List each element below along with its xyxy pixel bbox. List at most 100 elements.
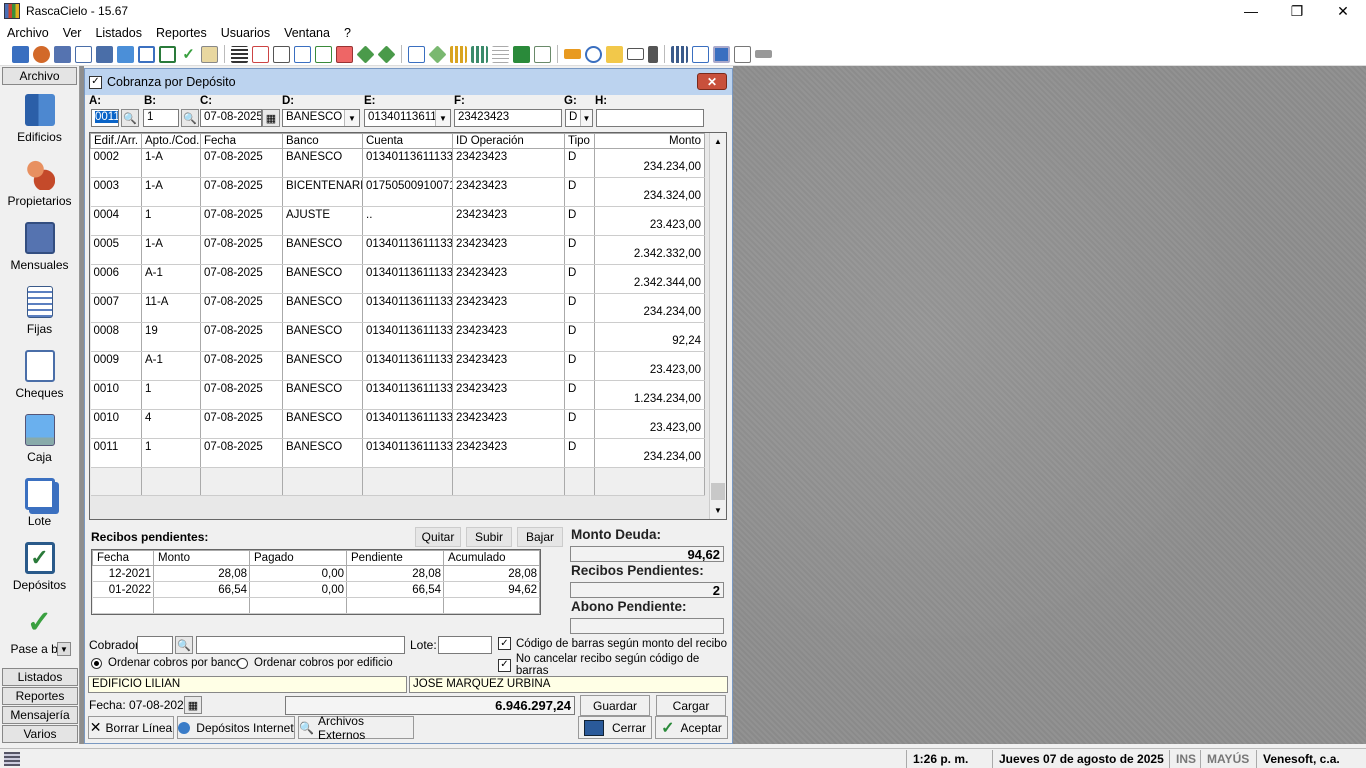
menu-ver[interactable]: Ver	[56, 26, 89, 40]
tag-tool-icon[interactable]	[428, 44, 447, 64]
quitar-button[interactable]: Quitar	[415, 527, 461, 547]
table-cell[interactable]: D	[564, 177, 595, 207]
table-row[interactable]: 00031-A07-08-2025BICENTENARIO01750500910…	[90, 177, 705, 207]
maximize-button[interactable]: ❐	[1274, 0, 1320, 22]
table-cell[interactable]: 07-08-2025	[200, 148, 283, 178]
sidebar-scroll-down-icon[interactable]: ▼	[57, 642, 71, 656]
check-tool-icon[interactable]	[96, 45, 113, 63]
sidebar-header-archivo[interactable]: Archivo	[2, 67, 77, 85]
table-row[interactable]: 0007 11-A 07-08-2025 BANESCO 01340113611133 2…	[90, 293, 705, 323]
table-cell[interactable]: 23423423	[452, 409, 565, 439]
document-tool-icon[interactable]	[75, 45, 92, 63]
sheet-tool-icon[interactable]	[492, 45, 509, 63]
borrar-linea-button[interactable]: ✕ Borrar Línea	[88, 716, 174, 739]
sidebar-item-depositos[interactable]: ✓ Depósitos	[0, 534, 79, 598]
table-cell[interactable]: 1	[141, 206, 201, 236]
lote-input[interactable]	[438, 636, 492, 654]
col-header-apto[interactable]: Apto./Cod.	[141, 133, 201, 149]
diamond-alt-tool-icon[interactable]	[377, 44, 396, 64]
subir-button[interactable]: Subir	[466, 527, 512, 547]
col-header-id-operacion[interactable]: ID Operación	[452, 133, 565, 149]
window-title-bar[interactable]: ✓ Cobranza por Depósito ✕	[85, 69, 732, 95]
table-cell[interactable]: 23423423	[452, 438, 565, 468]
pending-empty-row[interactable]	[92, 597, 540, 614]
table-cell[interactable]: AJUSTE	[282, 206, 363, 236]
no-cancel-option[interactable]: ✓ No cancelar recibo según código de bar…	[498, 653, 732, 677]
table-cell[interactable]: BANESCO	[282, 380, 363, 410]
col-header-fecha[interactable]: Fecha	[200, 133, 283, 149]
table-cell[interactable]: 11-A	[141, 293, 201, 323]
table-cell[interactable]: BANESCO	[282, 351, 363, 381]
table-cell[interactable]: D	[564, 148, 595, 178]
table-cell[interactable]: 2.342.344,00	[594, 264, 705, 294]
calculator-tool-icon[interactable]	[648, 45, 658, 63]
table-cell[interactable]: 0010	[90, 380, 142, 410]
table-cell[interactable]: D	[564, 409, 595, 439]
form-tool-icon[interactable]	[408, 45, 425, 63]
drive-tool-icon[interactable]	[755, 50, 772, 58]
table-cell[interactable]: A-1	[141, 351, 201, 381]
close-button[interactable]: ✕	[1320, 0, 1366, 22]
table-cell[interactable]: BANESCO	[282, 148, 363, 178]
amount-input[interactable]	[596, 109, 704, 127]
col-header-monto[interactable]: Monto	[594, 133, 705, 149]
table-row[interactable]: 0009 A-1 07-08-2025 BANESCO 01340113611133 23…	[90, 351, 705, 381]
depositos-internet-button[interactable]: Depósitos Internet	[177, 716, 295, 739]
table-cell[interactable]: 01340113611133	[362, 148, 453, 178]
table-row[interactable]: 0002 1-A 07-08-2025 BANESCO 01340113611133 23…	[90, 148, 705, 178]
table-cell[interactable]: 01340113611133	[362, 264, 453, 294]
table-cell[interactable]: 01340113611133	[362, 351, 453, 381]
table-cell[interactable]: 1.234.234,00	[594, 380, 705, 410]
cobrador-code-input[interactable]	[137, 636, 173, 654]
aceptar-button[interactable]: ✓ Aceptar	[655, 716, 728, 739]
sidebar-section-listados[interactable]: Listados	[2, 668, 78, 686]
blank-page-tool-icon[interactable]	[734, 45, 751, 63]
table-cell[interactable]: 4	[141, 409, 201, 439]
scroll-down-icon[interactable]: ▼	[710, 502, 726, 519]
sidebar-item-fijas[interactable]: Fijas	[0, 278, 79, 342]
dialog-close-button[interactable]: ✕	[697, 73, 727, 90]
edificio-input[interactable]: 0011	[91, 109, 119, 127]
table-cell[interactable]: D	[564, 351, 595, 381]
table-row[interactable]: 0010 4 07-08-2025 BANESCO 01340113611133 2342…	[90, 409, 705, 439]
table-cell[interactable]: 92,24	[594, 322, 705, 352]
table-cell[interactable]: 0009	[90, 351, 142, 381]
folder-tool-icon[interactable]	[606, 45, 623, 63]
pending-receipts-table[interactable]: Fecha Monto Pagado Pendiente Acumulado 1…	[91, 549, 541, 615]
table-cell[interactable]: D	[564, 235, 595, 265]
checkmark-tool-icon[interactable]: ✓	[180, 46, 197, 63]
table-cell[interactable]: 0010	[90, 409, 142, 439]
edificio-search-icon[interactable]: 🔍	[121, 109, 139, 127]
table-row[interactable]: 0006 A-1 07-08-2025 BANESCO 01340113611133 23…	[90, 264, 705, 294]
mail-tool-icon[interactable]	[627, 48, 644, 60]
pending-row[interactable]: 12-2021 28,08 0,00 28,08 28,08	[92, 565, 540, 582]
table-cell[interactable]: D	[564, 438, 595, 468]
table-cell[interactable]: 234.234,00	[594, 148, 705, 178]
table-cell[interactable]: BANESCO	[282, 409, 363, 439]
list-tool-icon[interactable]	[231, 45, 248, 63]
table-cell[interactable]: 23423423	[452, 264, 565, 294]
report-tool-icon[interactable]	[252, 45, 269, 63]
table-cell[interactable]: BANESCO	[282, 293, 363, 323]
guardar-button[interactable]: Guardar	[580, 695, 650, 716]
bajar-button[interactable]: Bajar	[517, 527, 563, 547]
table-cell[interactable]: 0005	[90, 235, 142, 265]
table-cell[interactable]	[452, 467, 565, 496]
table-cell[interactable]: 19	[141, 322, 201, 352]
table-cell[interactable]: 23423423	[452, 293, 565, 323]
apto-search-icon[interactable]: 🔍	[181, 109, 199, 127]
table-row[interactable]: 0011 1 07-08-2025 BANESCO 01340113611133 2342…	[90, 438, 705, 468]
table-cell[interactable]	[141, 467, 201, 496]
table-cell[interactable]: BANESCO	[282, 235, 363, 265]
table-cell[interactable]: 23423423	[452, 322, 565, 352]
table-cell[interactable]: 01750500910071	[362, 177, 453, 207]
table-cell[interactable]: 234.234,00	[594, 293, 705, 323]
table-cell[interactable]: 1	[141, 438, 201, 468]
scroll-thumb[interactable]	[711, 483, 725, 500]
pending-row[interactable]: 01-2022 66,54 0,00 66,54 94,62	[92, 581, 540, 598]
table-cell[interactable]: 01340113611133	[362, 409, 453, 439]
table-cell[interactable]: 2.342.332,00	[594, 235, 705, 265]
table-cell[interactable]	[200, 467, 283, 496]
sidebar-item-lote[interactable]: Lote	[0, 470, 79, 534]
table-cell[interactable]: 23.423,00	[594, 206, 705, 236]
